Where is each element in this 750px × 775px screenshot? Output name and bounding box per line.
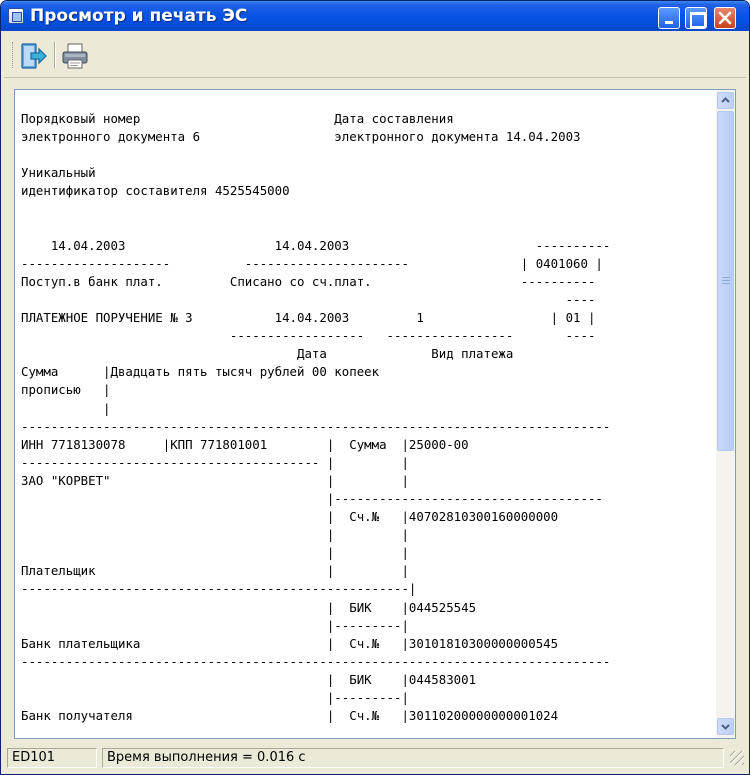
document-line: ПЛАТЕЖНОЕ ПОРУЧЕНИЕ № 3 14.04.2003 1 | 0…	[21, 310, 596, 326]
document-line: Уникальный	[21, 165, 96, 181]
exit-button[interactable]	[19, 41, 49, 71]
document-line: ----------------------------------------…	[21, 581, 417, 597]
document-line: Поступ.в банк плат. Списано со сч.плат. …	[21, 273, 596, 289]
document-line: ----------------------------------------…	[21, 454, 409, 470]
chevron-up-icon	[721, 97, 730, 103]
document-line: ЗАО "КОРВЕТ" | |	[21, 472, 409, 488]
document-line: |---------|	[21, 690, 409, 705]
maximize-button[interactable]	[685, 7, 707, 29]
status-execution-time: Время выполнения = 0.016 с	[102, 748, 724, 768]
title-bar[interactable]: Просмотр и печать ЭС	[1, 1, 749, 31]
window-title: Просмотр и печать ЭС	[30, 6, 248, 26]
document-line: |	[21, 400, 111, 416]
app-icon	[8, 8, 24, 24]
document-line: электронного документа 6 электронного до…	[21, 129, 581, 145]
document-line: ----	[21, 291, 596, 307]
document-line: Плательщик | |	[21, 563, 409, 579]
toolbar-grip[interactable]	[12, 42, 15, 68]
printer-icon	[62, 43, 88, 69]
toolbar-separator	[54, 42, 56, 68]
document-line	[21, 219, 610, 237]
document-line: ----------------------------------------…	[21, 418, 611, 434]
document-line: Банк получателя | Сч.№ |3011020000000000…	[21, 708, 559, 724]
document-line	[21, 200, 610, 218]
vertical-scrollbar[interactable]	[716, 90, 735, 738]
document-line: |---------|	[21, 617, 409, 633]
document-line: | |	[21, 527, 409, 543]
document-line	[21, 146, 610, 164]
scroll-thumb[interactable]	[717, 111, 734, 451]
document-line: ------------------ ----------------- ---…	[21, 328, 596, 344]
document-line: -------------------- -------------------…	[21, 255, 603, 271]
document-line: Банк плательщика | Сч.№ |301018103000000…	[21, 635, 559, 651]
document-line: ----------------------------------------…	[21, 653, 611, 669]
minimize-button[interactable]	[658, 7, 680, 29]
document-line: | БИК |044583001	[21, 671, 477, 687]
document-viewer[interactable]: Порядковый номер Дата составления электро…	[14, 89, 736, 739]
document-line: ИНН 7718130078 |КПП 771801001 | Сумма |2…	[21, 436, 469, 452]
resize-grip[interactable]	[730, 751, 744, 765]
toolbar	[4, 32, 746, 78]
scroll-down-button[interactable]	[717, 718, 734, 735]
document-line: прописью |	[21, 382, 111, 398]
document-line: | Сч.№ |40702810300160000000	[21, 509, 559, 525]
document-line: | |	[21, 545, 409, 561]
exit-icon	[21, 43, 47, 69]
close-icon	[718, 11, 732, 25]
close-button[interactable]	[714, 7, 736, 29]
document-line: идентификатор составителя 4525545000	[21, 183, 290, 199]
scroll-up-button[interactable]	[717, 92, 734, 109]
payment-order-document: Порядковый номер Дата составления электро…	[21, 110, 610, 725]
print-button[interactable]	[60, 41, 90, 71]
status-message-code: ED101	[7, 748, 97, 768]
document-line: Дата Вид платежа	[21, 346, 514, 362]
document-line: 14.04.2003 14.04.2003 ----------	[21, 237, 611, 253]
scroll-thumb-grip	[722, 277, 730, 284]
document-line: | БИК |044525545	[21, 599, 477, 615]
document-line: Порядковый номер Дата составления	[21, 111, 454, 126]
document-line: |------------------------------------	[21, 490, 603, 506]
document-line: Сумма |Двадцать пять тысяч рублей 00 коп…	[21, 364, 380, 380]
chevron-down-icon	[721, 724, 730, 730]
status-bar: ED101 Время выполнения = 0.016 с	[4, 747, 746, 769]
main-window: Просмотр и печать ЭС Порядковый номер Да…	[0, 0, 750, 775]
